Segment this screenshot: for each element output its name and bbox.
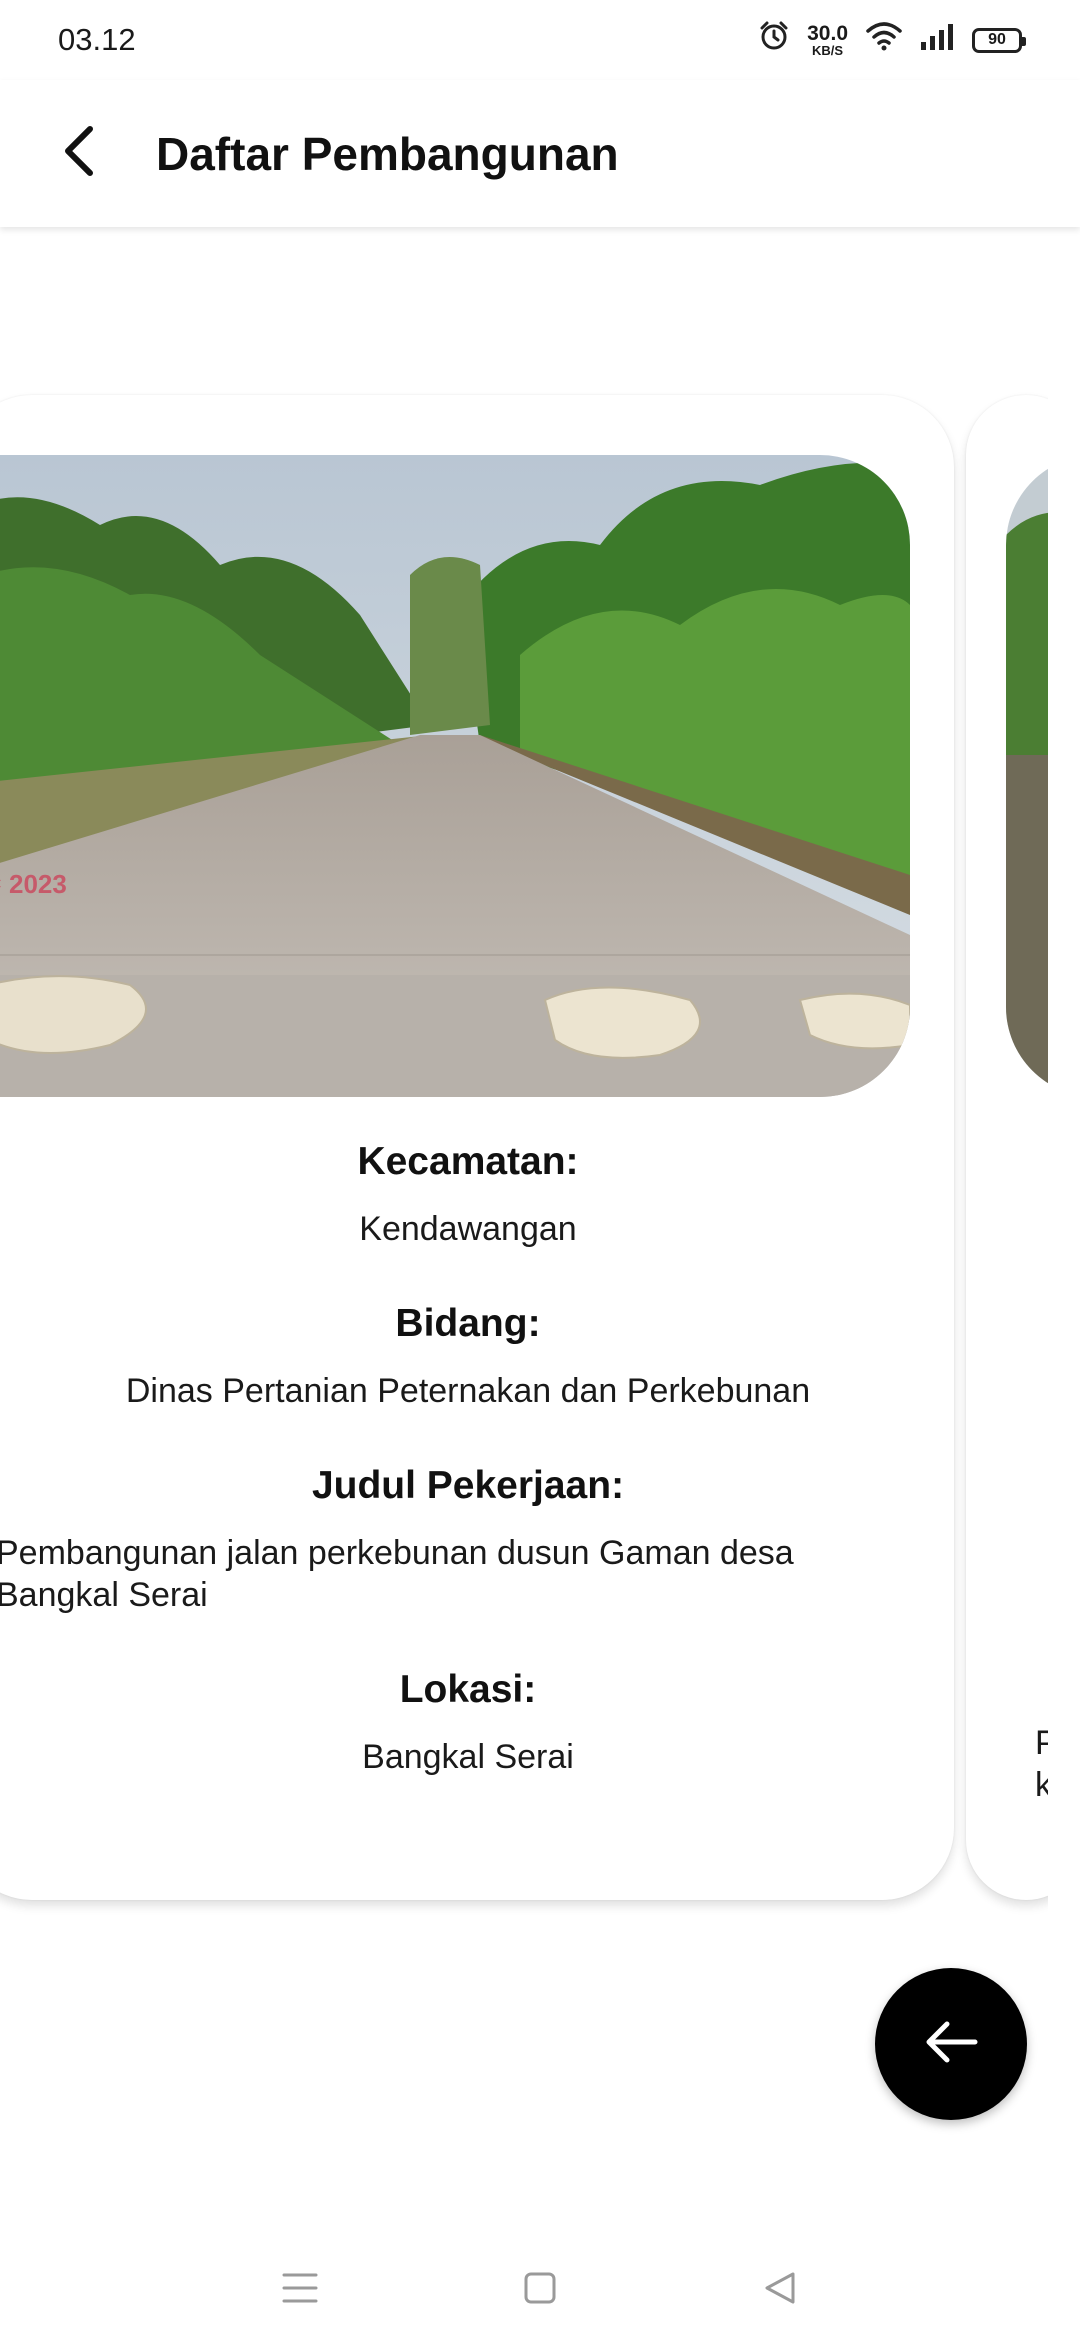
bidang-value: Dinas Pertanian Peternakan dan Perkebuna… <box>125 1372 811 1410</box>
project-photo: ✱ 2023 <box>0 455 910 1097</box>
project-carousel[interactable]: ✱ 2023 Kecamatan: Kendawangan Bidang: Di… <box>0 227 1080 1987</box>
triangle-back-icon <box>763 2271 797 2310</box>
kecamatan-value: Kendawangan <box>359 1210 577 1248</box>
nav-back-button[interactable] <box>750 2260 810 2320</box>
network-speed: 30.0 KB/S <box>807 23 848 57</box>
judul-value: Pembangunan jalan perkebunan dusun Gaman… <box>0 1534 794 1614</box>
lokasi-label: Lokasi: <box>399 1668 537 1711</box>
previous-fab-button[interactable] <box>875 1968 1027 2120</box>
judul-label: Judul Pekerjaan: <box>311 1464 625 1507</box>
arrow-left-icon <box>923 2020 979 2069</box>
nav-menu-button[interactable] <box>270 2260 330 2320</box>
battery-icon: 90 <box>972 27 1026 53</box>
nav-home-button[interactable] <box>510 2260 570 2320</box>
wifi-icon <box>866 21 902 59</box>
system-nav-bar <box>0 2240 1080 2340</box>
network-speed-unit: KB/S <box>812 43 844 58</box>
kecamatan-label: Kecamatan: <box>357 1140 579 1183</box>
status-time: 03.12 <box>58 22 136 57</box>
network-speed-value: 30.0 <box>807 22 848 45</box>
svg-text:✱ 2023: ✱ 2023 <box>0 869 67 899</box>
status-bar: 03.12 30.0 KB/S 90 <box>0 0 1080 80</box>
alarm-icon <box>759 21 789 59</box>
page-title: Daftar Pembangunan <box>156 127 619 180</box>
lokasi-value: Bangkal Serai <box>362 1738 574 1776</box>
status-icons: 30.0 KB/S 90 <box>759 21 1026 59</box>
project-card[interactable]: ✱ 2023 Kecamatan: Kendawangan Bidang: Di… <box>0 395 954 1900</box>
arrow-left-icon <box>58 125 98 182</box>
back-button[interactable] <box>38 114 118 194</box>
screen-edge <box>1048 227 1080 1987</box>
bidang-label: Bidang: <box>395 1302 541 1345</box>
project-details: Kecamatan: Kendawangan Bidang: Dinas Per… <box>0 1140 903 1830</box>
menu-icon <box>282 2271 318 2310</box>
app-bar: Daftar Pembangunan <box>0 80 1080 227</box>
signal-icon <box>920 22 954 58</box>
square-icon <box>523 2271 557 2310</box>
